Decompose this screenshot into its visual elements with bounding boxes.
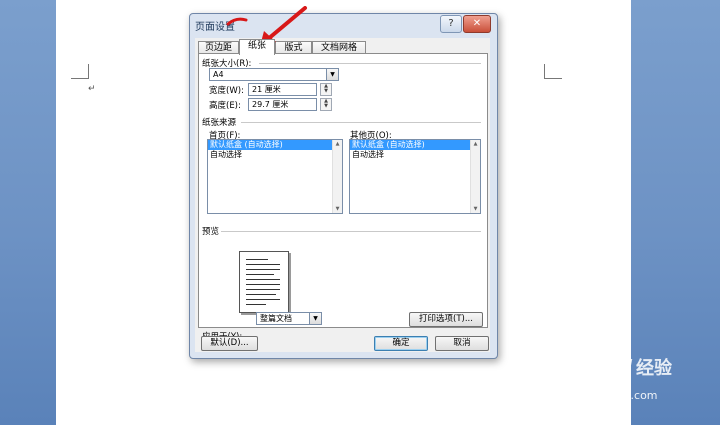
dialog-client-area: 页边距 纸张 版式 文档网格 纸张大小(R): A4 ▼ 宽度(W): 21 厘… — [195, 38, 490, 352]
group-divider — [241, 122, 481, 123]
height-field[interactable]: 29.7 厘米 — [248, 98, 317, 111]
list-item[interactable]: 默认纸盒 (自动选择) — [208, 140, 342, 150]
scrollbar[interactable]: ▲ ▼ — [332, 140, 342, 213]
watermark-url: jingyan.baidu.com — [556, 389, 658, 402]
default-button[interactable]: 默认(D)... — [201, 336, 258, 351]
first-page-listbox[interactable]: 默认纸盒 (自动选择) 自动选择 ▲ ▼ — [207, 139, 343, 214]
close-button[interactable]: ✕ — [463, 15, 491, 33]
paper-size-dropdown-arrow[interactable]: ▼ — [326, 68, 339, 81]
ok-button[interactable]: 确定 — [374, 336, 428, 351]
page-setup-dialog: 页面设置 ? ✕ 页边距 纸张 版式 文档网格 纸张大小(R): A4 ▼ 宽度… — [189, 13, 498, 359]
tab-paper[interactable]: 纸张 — [239, 39, 275, 55]
list-item[interactable]: 自动选择 — [208, 150, 342, 160]
list-item[interactable]: 默认纸盒 (自动选择) — [350, 140, 480, 150]
paragraph-mark: ↵ — [88, 84, 96, 94]
preview-heading: 预览 — [202, 227, 220, 237]
height-spinner[interactable]: ▲ ▼ — [320, 98, 332, 111]
cancel-button[interactable]: 取消 — [435, 336, 489, 351]
page-preview — [239, 251, 289, 313]
scroll-down-icon[interactable]: ▼ — [472, 205, 479, 213]
scroll-up-icon[interactable]: ▲ — [334, 140, 341, 148]
watermark-text: 经验 — [636, 358, 672, 379]
baidu-watermark: Baidu 经验 jingyan.baidu.com — [556, 348, 716, 408]
crop-mark-top-left — [71, 64, 89, 79]
height-label: 高度(E): — [209, 101, 241, 111]
list-item[interactable]: 自动选择 — [350, 150, 480, 160]
apply-to-select[interactable]: 整篇文档 — [256, 312, 311, 325]
paper-tab-panel: 纸张大小(R): A4 ▼ 宽度(W): 21 厘米 ▲ ▼ 高度(E): 29.… — [198, 53, 488, 342]
help-button[interactable]: ? — [440, 15, 462, 33]
group-divider — [221, 231, 481, 232]
scroll-up-icon[interactable]: ▲ — [472, 140, 479, 148]
paper-source-heading: 纸张来源 — [202, 118, 237, 128]
crop-mark-top-right — [544, 64, 562, 79]
other-pages-listbox[interactable]: 默认纸盒 (自动选择) 自动选择 ▲ ▼ — [349, 139, 481, 214]
scroll-down-icon[interactable]: ▼ — [334, 205, 341, 213]
width-field[interactable]: 21 厘米 — [248, 83, 317, 96]
paper-size-select[interactable]: A4 — [209, 68, 327, 81]
width-spinner[interactable]: ▲ ▼ — [320, 83, 332, 96]
scrollbar[interactable]: ▲ ▼ — [470, 140, 480, 213]
width-label: 宽度(W): — [209, 86, 244, 96]
apply-to-dropdown-arrow[interactable]: ▼ — [309, 312, 322, 325]
group-divider — [259, 63, 481, 64]
print-options-button[interactable]: 打印选项(T)... — [409, 312, 483, 327]
watermark-logo: Baidu — [556, 350, 633, 378]
